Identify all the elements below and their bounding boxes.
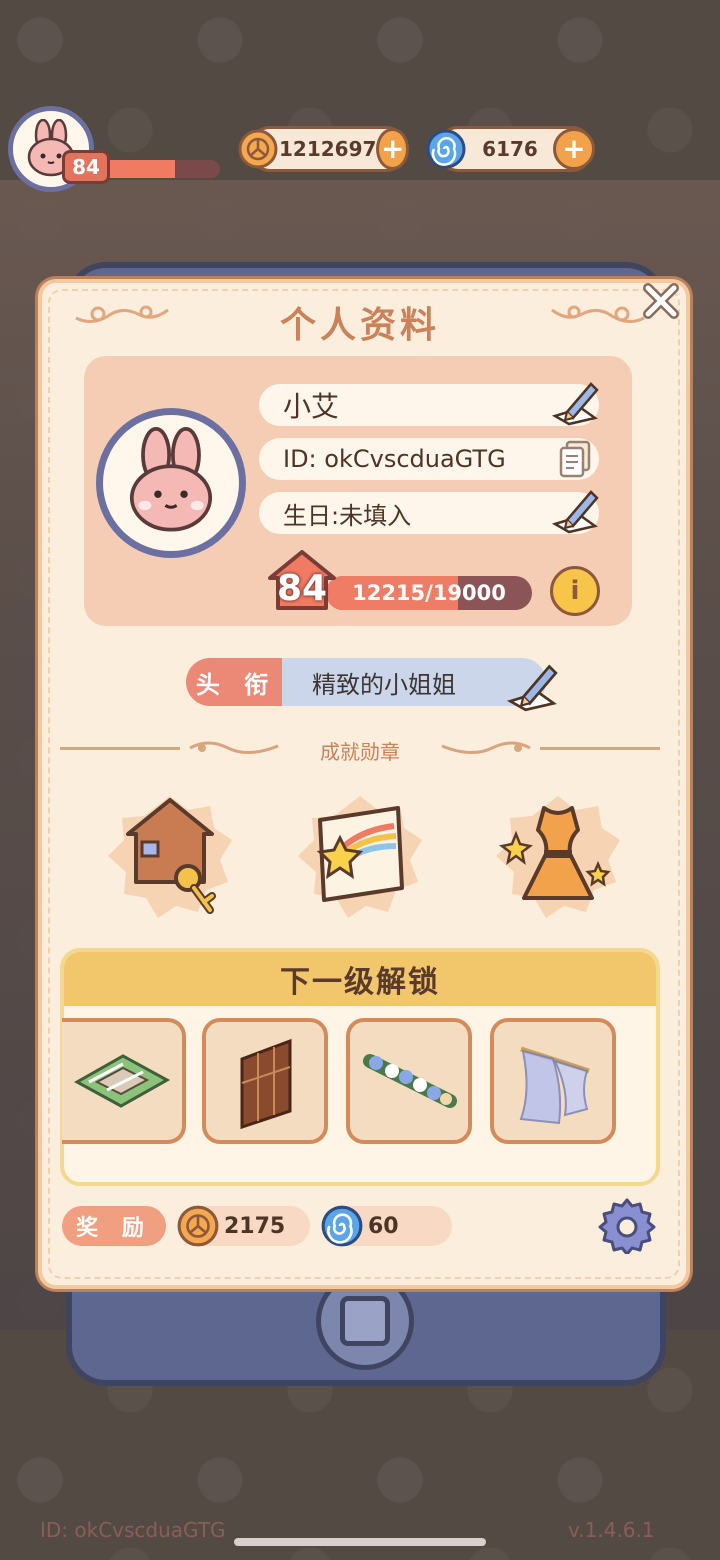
unlock-item-lace-curtain[interactable] [490,1018,616,1144]
player-name: 小艾 [283,390,340,423]
birthday-text: 生日:未填入 [283,501,412,530]
dress-icon [496,796,620,918]
coin-icon [176,1204,220,1248]
achievements-title: 成就勋章 [320,740,400,764]
add-gems-button[interactable]: + [553,128,595,170]
edit-pencil-icon[interactable] [551,486,599,534]
garden-path-icon [73,1054,171,1108]
level-xp-text: 12215/19000 [352,581,506,605]
info-icon: i [570,576,580,606]
unlock-item-flower-garland[interactable] [346,1018,472,1144]
swirl-gem-icon [320,1204,364,1248]
coin-counter: 1212697 + [238,126,409,172]
reward-coins: 2175 [177,1205,310,1247]
settings-gear-icon[interactable] [598,1196,656,1254]
copy-icon[interactable] [559,440,591,478]
watermark-version: v.1.4.6.1 [568,1518,655,1542]
edit-title-pencil-icon[interactable] [504,660,560,712]
gem-counter: 6176 + [426,126,595,172]
add-coins-button[interactable]: + [376,128,409,170]
flower-garland-icon [363,1054,457,1108]
id-field: ID: okCvscduaGTG [259,438,599,480]
bunny-icon [129,427,213,532]
coin-value: 1212697 [279,137,377,161]
panel-title: 个人资料 [279,305,440,346]
watermark-id: ID: okCvscduaGTG [40,1518,226,1542]
wooden-screen-icon [240,1038,292,1130]
honor-title-row: 头 衔 精致的小姐姐 [186,658,546,706]
reward-coins-value: 2175 [224,1213,286,1239]
honor-label: 头 衔 [186,658,286,706]
name-field[interactable]: 小艾 [259,382,599,426]
dress-badge[interactable] [488,790,628,922]
unlock-item-garden-path[interactable] [62,1018,186,1144]
player-id: ID: okCvscduaGTG [283,445,506,473]
hud-xp-bar [96,160,220,178]
swirl-gem-icon [425,128,467,170]
unlock-title: 下一级解锁 [64,952,656,1006]
level-info-button[interactable]: i [550,566,600,616]
profile-level: 84 [276,568,328,609]
edit-pencil-icon[interactable] [551,378,599,426]
reward-gems-value: 60 [368,1213,399,1239]
lace-curtain-icon [519,1046,590,1125]
profile-avatar[interactable] [96,408,246,558]
gem-value: 6176 [482,137,538,161]
star-scroll-icon [298,796,422,918]
birthday-field[interactable]: 生日:未填入 [259,490,599,534]
level-xp-bar: 12215/19000 [326,576,532,610]
shooting-star-scroll-badge[interactable] [290,790,430,922]
house-key-badge[interactable] [100,790,240,922]
coin-icon [237,128,279,170]
hud-level-badge: 84 [62,150,110,184]
unlock-item-wooden-screen[interactable] [202,1018,328,1144]
reward-gems: 60 [321,1205,452,1247]
reward-label: 奖 励 [62,1206,166,1246]
home-indicator[interactable] [234,1538,486,1546]
house-key-icon [108,796,232,918]
